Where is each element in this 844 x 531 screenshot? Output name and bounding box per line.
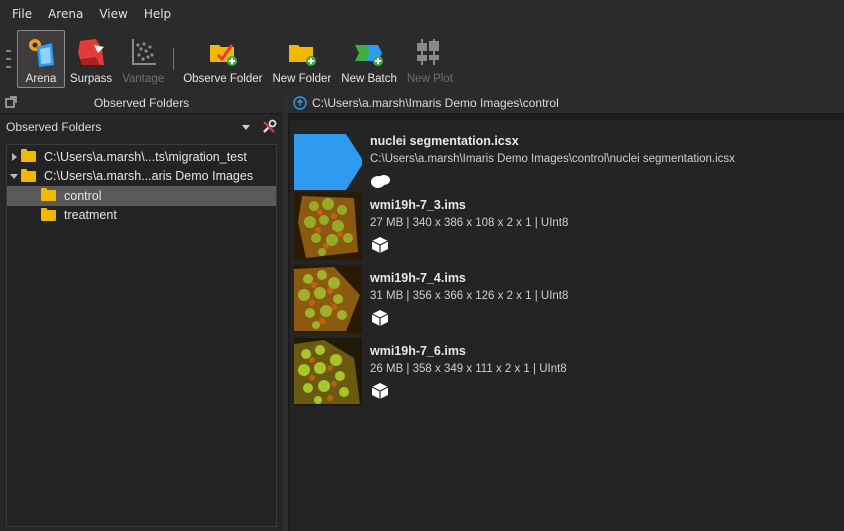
tree-row-label: C:\Users\a.marsh\...ts\migration_test: [44, 149, 247, 164]
observed-folders-select[interactable]: Observed Folders: [4, 116, 256, 138]
toolbar-grip[interactable]: [4, 30, 13, 90]
cube-icon: [371, 237, 389, 253]
menu-bar: File Arena View Help: [0, 0, 844, 28]
menu-arena[interactable]: Arena: [40, 0, 91, 28]
surpass-icon: [72, 35, 110, 69]
surpass-label: Surpass: [70, 73, 113, 85]
list-item-wmi19h-7-4[interactable]: wmi19h-7_4.ims 31 MB | 356 x 366 x 126 x…: [294, 265, 568, 333]
tree-row-label: treatment: [64, 208, 117, 223]
image-thumbnail: [294, 265, 362, 333]
new-plot-label: New Plot: [406, 73, 453, 85]
new-folder-icon: [283, 35, 321, 69]
up-arrow-icon[interactable]: [293, 95, 307, 110]
current-path: C:\Users\a.marsh\Imaris Demo Images\cont…: [312, 95, 559, 110]
tree-row-control[interactable]: control: [7, 186, 276, 206]
vantage-button[interactable]: Vantage: [117, 30, 169, 88]
expand-arrow-icon[interactable]: [7, 152, 21, 161]
toolbar: Arena Surpass Vantage Observe Folder New…: [0, 28, 844, 92]
folder-content-panel: C:\Users\a.marsh\Imaris Demo Images\cont…: [288, 92, 844, 531]
new-folder-label: New Folder: [272, 73, 332, 85]
observe-folder-label: Observe Folder: [183, 73, 263, 85]
tree-row-label: C:\Users\a.marsh...aris Demo Images: [44, 169, 254, 184]
vantage-icon: [124, 35, 162, 69]
toolbar-separator: [173, 48, 175, 70]
new-plot-button[interactable]: New Plot: [402, 30, 458, 88]
item-meta: 31 MB | 356 x 366 x 126 x 2 x 1 | UInt8: [370, 290, 569, 302]
folder-icon: [21, 168, 36, 182]
item-meta: C:\Users\a.marsh\Imaris Demo Images\cont…: [370, 153, 735, 165]
observed-folders-title: Observed Folders: [93, 95, 190, 110]
image-thumbnail: [294, 192, 362, 260]
tree-row-label: control: [64, 188, 102, 203]
item-name: nuclei segmentation.icsx: [370, 134, 519, 148]
observed-folders-combo-row: Observed Folders: [0, 114, 283, 140]
observed-folders-select-value: Observed Folders: [6, 120, 102, 134]
new-batch-button[interactable]: New Batch: [336, 30, 402, 88]
observed-folders-header: Observed Folders: [0, 92, 283, 114]
file-list[interactable]: nuclei segmentation.icsx C:\Users\a.mars…: [290, 120, 844, 531]
item-meta: 27 MB | 340 x 386 x 108 x 2 x 1 | UInt8: [370, 217, 569, 229]
item-name: wmi19h-7_3.ims: [370, 198, 466, 212]
item-name: wmi19h-7_6.ims: [370, 344, 466, 358]
folder-icon: [21, 149, 36, 163]
observe-folder-button[interactable]: Observe Folder: [178, 30, 267, 88]
cube-icon: [371, 310, 389, 326]
folder-icon: [41, 188, 56, 202]
menu-help[interactable]: Help: [136, 0, 179, 28]
new-batch-label: New Batch: [341, 73, 397, 85]
arena-icon: [22, 35, 60, 69]
folder-icon: [41, 207, 56, 221]
tools-button[interactable]: [258, 116, 280, 138]
arena-button[interactable]: Arena: [17, 30, 65, 88]
cube-icon: [371, 383, 389, 399]
new-plot-icon: [411, 35, 449, 69]
tree-row-demo-images[interactable]: C:\Users\a.marsh...aris Demo Images: [7, 167, 276, 187]
cell-blob-icon: [371, 175, 390, 188]
menu-file[interactable]: File: [4, 0, 40, 28]
creation-pipeline-icon: [294, 134, 362, 190]
path-bar: C:\Users\a.marsh\Imaris Demo Images\cont…: [288, 92, 844, 114]
image-thumbnail: [294, 338, 362, 406]
new-folder-button[interactable]: New Folder: [267, 30, 336, 88]
chevron-down-icon: [242, 124, 250, 130]
wrench-screwdriver-icon: [263, 119, 277, 133]
new-batch-icon: [350, 35, 388, 69]
item-meta: 26 MB | 358 x 349 x 111 x 2 x 1 | UInt8: [370, 363, 567, 375]
tree-row-migration-test[interactable]: C:\Users\a.marsh\...ts\migration_test: [7, 147, 276, 167]
collapse-arrow-icon[interactable]: [7, 173, 21, 179]
list-item-wmi19h-7-6[interactable]: wmi19h-7_6.ims 26 MB | 358 x 349 x 111 x…: [294, 338, 567, 406]
observed-folders-panel: Observed Folders Observed Folders C:\Use…: [0, 92, 283, 531]
item-name: wmi19h-7_4.ims: [370, 271, 466, 285]
list-item-wmi19h-7-3[interactable]: wmi19h-7_3.ims 27 MB | 340 x 386 x 108 x…: [294, 192, 568, 260]
arena-label: Arena: [25, 73, 57, 85]
tree-row-treatment[interactable]: treatment: [7, 206, 276, 226]
surpass-button[interactable]: Surpass: [65, 30, 117, 88]
list-item-nuclei-segmentation[interactable]: nuclei segmentation.icsx C:\Users\a.mars…: [294, 128, 735, 196]
vantage-label: Vantage: [122, 73, 165, 85]
menu-view[interactable]: View: [91, 0, 135, 28]
undock-icon[interactable]: [5, 96, 17, 108]
observe-folder-icon: [204, 35, 242, 69]
folder-tree[interactable]: C:\Users\a.marsh\...ts\migration_test C:…: [6, 144, 277, 527]
